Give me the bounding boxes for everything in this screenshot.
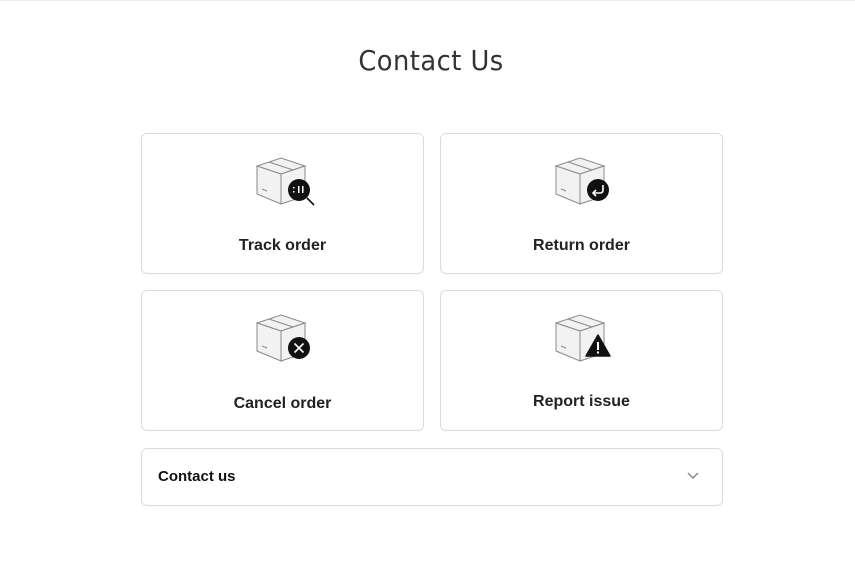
page-title: Contact Us [358,44,504,77]
top-divider [0,0,855,1]
track-order-label: Track order [238,237,327,254]
cancel-order-card[interactable]: Cancel order [141,290,424,431]
report-issue-label: Report issue [533,393,630,410]
package-cancel-icon [254,313,317,365]
contact-us-label: Contact us [158,468,236,485]
return-order-label: Return order [533,237,630,254]
package-search-icon [254,156,317,208]
cancel-order-label: Cancel order [233,395,332,412]
report-issue-card[interactable]: Report issue [440,290,723,431]
package-warning-icon [553,313,616,365]
chevron-down-icon [686,469,700,483]
track-order-card[interactable]: Track order [141,133,424,274]
package-return-icon [553,156,616,208]
return-order-card[interactable]: Return order [440,133,723,274]
contact-us-accordion[interactable]: Contact us [141,448,723,506]
